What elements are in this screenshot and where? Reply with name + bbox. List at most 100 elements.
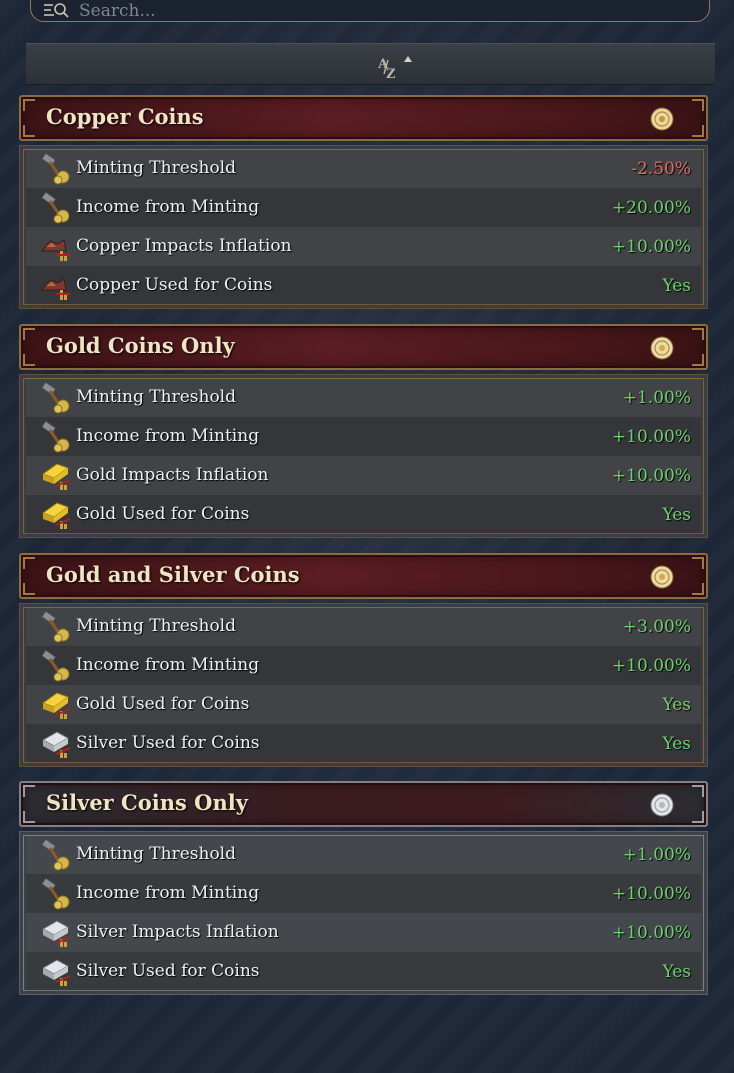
gold-bar-icon: [40, 460, 72, 492]
silver-bar-icon: [40, 956, 72, 988]
corner-ornament: [692, 583, 704, 595]
group-body: Minting Threshold +3.00% Income from Minti…: [19, 603, 708, 767]
minting-hammer-icon: [40, 191, 72, 224]
modifier-row[interactable]: Income from Minting +10.00%: [26, 417, 701, 456]
modifier-value: +1.00%: [622, 845, 691, 865]
corner-ornament: [692, 328, 704, 340]
minting-hammer-icon: [40, 877, 72, 910]
modifier-label: Minting Threshold: [76, 158, 236, 178]
gold-coin-icon: [650, 336, 674, 360]
group-title: Gold and Silver Coins: [46, 562, 300, 587]
corner-ornament: [692, 811, 704, 823]
group-body: Minting Threshold +1.00% Income from Minti…: [19, 831, 708, 995]
modifier-label: Copper Used for Coins: [76, 275, 273, 295]
modifier-value: +20.00%: [611, 198, 691, 218]
search-box[interactable]: [30, 0, 710, 23]
modifier-label: Income from Minting: [76, 426, 260, 446]
gold-coin-icon: [650, 565, 674, 589]
minting-hammer-icon: [40, 381, 72, 414]
modifier-value: Yes: [662, 734, 691, 754]
modifier-row[interactable]: Minting Threshold +1.00%: [26, 835, 701, 874]
modifier-row[interactable]: Minting Threshold +3.00%: [26, 607, 701, 646]
group-title: Copper Coins: [46, 104, 204, 129]
group-title: Gold Coins Only: [46, 333, 235, 358]
modifier-row[interactable]: Minting Threshold -2.50%: [26, 149, 701, 188]
gold-bar-icon: [40, 689, 72, 721]
corner-ornament: [23, 557, 35, 569]
group-body: Minting Threshold +1.00% Income from Minti…: [19, 374, 708, 538]
modifier-row[interactable]: Copper Impacts Inflation +10.00%: [26, 227, 701, 266]
minting-hammer-icon: [40, 152, 72, 185]
group-silver-coins-only: Silver Coins Only Minting Threshold +1.00%…: [19, 781, 708, 995]
modifier-row[interactable]: Gold Used for Coins Yes: [26, 495, 701, 534]
modifier-value: +10.00%: [611, 237, 691, 257]
group-gold-and-silver-coins: Gold and Silver Coins Minting Threshold +3…: [19, 553, 708, 767]
modifier-label: Silver Used for Coins: [76, 961, 260, 981]
modifier-value: +3.00%: [622, 617, 691, 637]
modifier-row[interactable]: Silver Used for Coins Yes: [26, 724, 701, 763]
corner-ornament: [23, 785, 35, 797]
modifier-row[interactable]: Minting Threshold +1.00%: [26, 378, 701, 417]
modifier-value: +1.00%: [622, 388, 691, 408]
modifier-value: +10.00%: [611, 466, 691, 486]
modifier-value: +10.00%: [611, 923, 691, 943]
silver-coin-icon: [650, 793, 674, 817]
group-header[interactable]: Silver Coins Only: [19, 781, 708, 827]
group-header[interactable]: Gold Coins Only: [19, 324, 708, 370]
modifier-label: Silver Impacts Inflation: [76, 922, 279, 942]
modifier-value: +10.00%: [611, 884, 691, 904]
corner-ornament: [23, 99, 35, 111]
minting-hammer-icon: [40, 838, 72, 871]
modifier-row[interactable]: Income from Minting +20.00%: [26, 188, 701, 227]
group-header[interactable]: Copper Coins: [19, 95, 708, 141]
gold-bar-icon: [40, 499, 72, 531]
group-gold-coins-only: Gold Coins Only Minting Threshold +1.00% In…: [19, 324, 708, 538]
group-copper-coins: Copper Coins Minting Threshold -2.50% Incom…: [19, 95, 708, 309]
copper-coin-icon: [650, 107, 674, 131]
silver-bar-icon: [40, 917, 72, 949]
modifier-value: +10.00%: [611, 656, 691, 676]
group-title: Silver Coins Only: [46, 790, 248, 815]
modifier-row[interactable]: Copper Used for Coins Yes: [26, 266, 701, 305]
modifier-row[interactable]: Gold Used for Coins Yes: [26, 685, 701, 724]
group-body: Minting Threshold -2.50% Income from Minti…: [19, 145, 708, 309]
silver-bar-icon: [40, 728, 72, 760]
search-input[interactable]: [77, 0, 681, 23]
modifier-value: -2.50%: [631, 159, 691, 179]
modifier-label: Minting Threshold: [76, 844, 236, 864]
corner-ornament: [692, 354, 704, 366]
modifier-value: Yes: [662, 962, 691, 982]
modifier-value: Yes: [662, 695, 691, 715]
minting-hammer-icon: [40, 610, 72, 643]
modifier-row[interactable]: Gold Impacts Inflation +10.00%: [26, 456, 701, 495]
corner-ornament: [23, 354, 35, 366]
modifier-row[interactable]: Silver Impacts Inflation +10.00%: [26, 913, 701, 952]
corner-ornament: [23, 328, 35, 340]
corner-ornament: [692, 557, 704, 569]
modifier-label: Minting Threshold: [76, 387, 236, 407]
corner-ornament: [23, 583, 35, 595]
group-header[interactable]: Gold and Silver Coins: [19, 553, 708, 599]
modifier-value: +10.00%: [611, 427, 691, 447]
modifier-label: Silver Used for Coins: [76, 733, 260, 753]
sort-az-icon[interactable]: A Z: [374, 52, 422, 80]
modifier-value: Yes: [662, 276, 691, 296]
modifier-label: Minting Threshold: [76, 616, 236, 636]
svg-text:Z: Z: [386, 67, 396, 80]
corner-ornament: [23, 811, 35, 823]
modifier-label: Income from Minting: [76, 655, 260, 675]
modifier-row[interactable]: Income from Minting +10.00%: [26, 646, 701, 685]
search-icon: [44, 3, 69, 18]
corner-ornament: [23, 125, 35, 137]
copper-ore-icon: [40, 231, 72, 263]
modifier-label: Gold Impacts Inflation: [76, 465, 269, 485]
modifier-row[interactable]: Silver Used for Coins Yes: [26, 952, 701, 991]
copper-ore-icon: [40, 270, 72, 302]
minting-hammer-icon: [40, 649, 72, 682]
modifier-label: Income from Minting: [76, 197, 260, 217]
modifier-row[interactable]: Income from Minting +10.00%: [26, 874, 701, 913]
corner-ornament: [692, 99, 704, 111]
corner-ornament: [692, 785, 704, 797]
modifier-label: Gold Used for Coins: [76, 694, 250, 714]
modifier-label: Gold Used for Coins: [76, 504, 250, 524]
